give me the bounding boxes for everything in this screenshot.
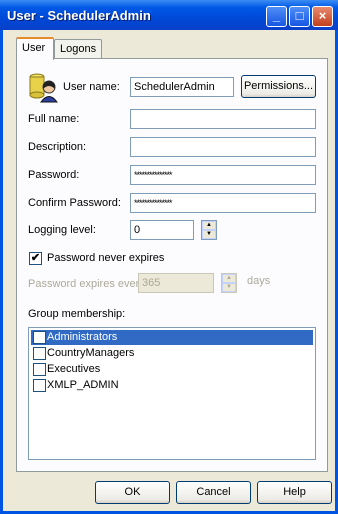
cancel-button[interactable]: Cancel [176,481,251,504]
permissions-button[interactable]: Permissions... [241,75,316,98]
confirm-password-label: Confirm Password: [28,197,121,209]
minimize-button[interactable]: _ [266,6,287,27]
window-title: User - SchedulerAdmin [7,8,151,23]
password-field[interactable]: *************** [130,165,316,185]
description-field[interactable] [130,137,316,157]
list-item[interactable]: Executives [31,362,313,377]
logging-level-label: Logging level: [28,224,96,236]
logging-level-spinner[interactable]: ▲ ▼ [201,220,217,240]
group-label: CountryManagers [47,347,135,359]
user-name-label: User name: [63,81,120,93]
user-tab-panel: User name: SchedulerAdmin Permissions...… [16,58,328,472]
list-item[interactable]: ✔ Administrators [31,330,313,345]
list-item[interactable]: CountryManagers [31,346,313,361]
confirm-password-field[interactable]: *************** [130,193,316,213]
user-icon [29,73,58,103]
group-label: Executives [47,363,101,375]
description-label: Description: [28,141,87,153]
group-checkbox[interactable]: ✔ [33,331,46,344]
never-expires-checkbox[interactable]: ✔ [29,252,42,265]
tab-user[interactable]: User [16,37,54,60]
group-label: XMLP_ADMIN [47,379,119,391]
group-label: Administrators [47,331,118,343]
help-button[interactable]: Help [257,481,332,504]
full-name-label: Full name: [28,113,80,125]
maximize-button[interactable]: □ [289,6,310,27]
ok-button[interactable]: OK [95,481,170,504]
group-checkbox[interactable] [33,347,46,360]
spin-up-icon: ▲ [222,274,236,283]
spin-up-icon[interactable]: ▲ [202,221,216,230]
expires-every-label: Password expires every [28,278,145,290]
spin-down-icon: ▼ [222,283,236,292]
never-expires-label[interactable]: Password never expires [47,252,164,264]
group-membership-label: Group membership: [28,308,126,320]
days-label: days [247,275,271,287]
list-item[interactable]: XMLP_ADMIN [31,378,313,393]
close-button[interactable]: × [312,6,333,27]
full-name-field[interactable] [130,109,316,129]
group-checkbox[interactable] [33,363,46,376]
spin-down-icon[interactable]: ▼ [202,230,216,239]
group-list[interactable]: ✔ Administrators CountryManagers Executives… [28,327,316,460]
user-name-field[interactable]: SchedulerAdmin [130,77,234,97]
logging-level-field[interactable]: 0 [130,220,194,240]
tab-logons[interactable]: Logons [54,39,102,59]
password-label: Password: [28,169,80,181]
group-checkbox[interactable] [33,379,46,392]
dialog-window: User - SchedulerAdmin _ □ × User Logons … [0,0,338,514]
title-bar[interactable]: User - SchedulerAdmin _ □ × [0,0,338,30]
expires-every-spinner: ▲ ▼ [221,273,237,293]
expires-every-field: 365 [138,273,214,293]
